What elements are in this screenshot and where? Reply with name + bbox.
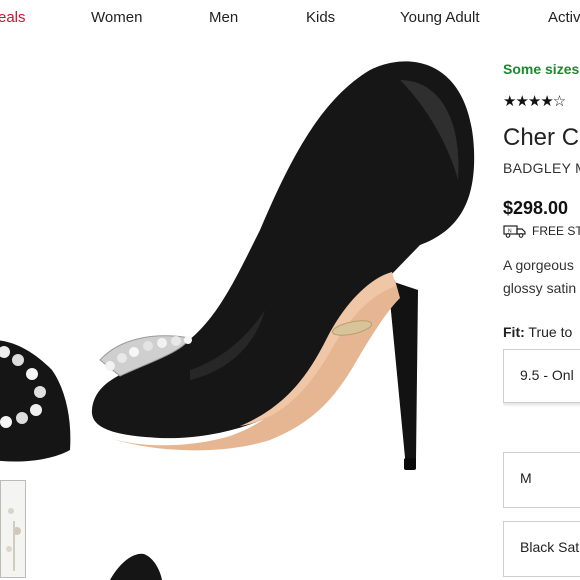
truck-icon: N [503,225,526,238]
size-select-value: 9.5 - Onl [520,367,574,383]
product-price: $298.00 [503,198,569,218]
description-line: A gorgeous [503,257,574,273]
nav-item-deals[interactable]: eals [0,9,26,26]
color-select-value: Black Sat [520,539,580,555]
thumbnail-image [1,481,25,577]
nav-item-women[interactable]: Women [91,9,142,26]
width-select[interactable]: M [503,452,580,508]
fit-info: Fit: True to [503,324,572,340]
svg-text:N: N [508,229,512,235]
thumbnail-shoe-image[interactable] [100,540,170,580]
top-navigation: eals Women Men Kids Young Adult Activ [0,0,580,38]
fit-value: True to [528,324,573,340]
nav-item-kids[interactable]: Kids [306,9,335,26]
shipping-info: N FREE STA [503,224,580,238]
nav-item-men[interactable]: Men [209,9,238,26]
color-select[interactable]: Black Sat [503,521,580,577]
description-line: glossy satin [503,280,577,296]
product-main-image[interactable] [70,40,490,480]
shoe-heel [388,280,418,468]
nav-item-young-adult[interactable]: Young Adult [400,9,480,26]
thumbnail-item[interactable] [0,480,26,578]
rating-stars[interactable]: ★★★★☆ [503,92,566,110]
product-info-panel: Some sizes ★★★★☆ Cher C BADGLEY M $298.0… [503,0,580,580]
shoe-heel-tip [404,458,416,470]
product-alt-image[interactable] [0,300,72,480]
brand-name[interactable]: BADGLEY M [503,160,580,176]
width-select-value: M [520,470,532,486]
availability-text: Some sizes [503,61,580,77]
product-description: A gorgeous glossy satin [503,254,576,300]
fit-label: Fit: [503,324,525,340]
size-select[interactable]: 9.5 - Onl [503,349,580,403]
product-title: Cher C [503,124,580,151]
shipping-label: FREE STA [532,224,580,238]
